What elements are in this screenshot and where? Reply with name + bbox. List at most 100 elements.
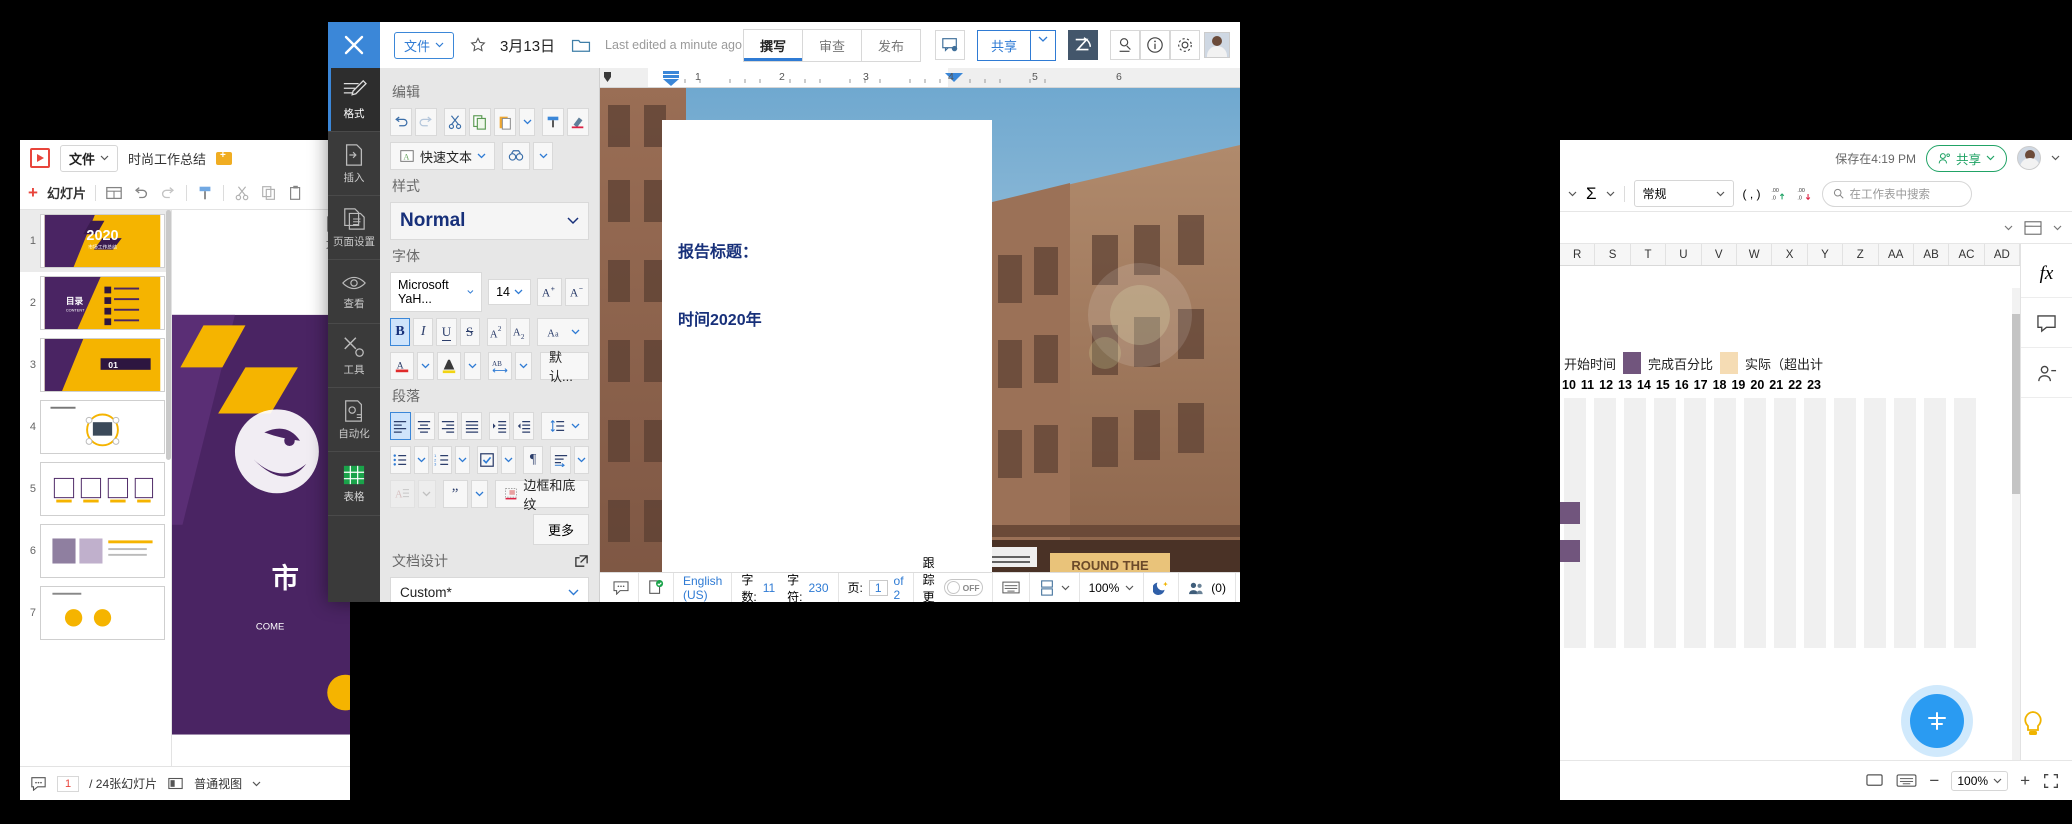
- column-header[interactable]: U: [1666, 244, 1701, 265]
- mode-tabs[interactable]: 撰写 审查 发布: [743, 29, 921, 62]
- column-header[interactable]: R: [1560, 244, 1595, 265]
- slide-thumbnail[interactable]: [40, 524, 165, 578]
- slide-thumbnail[interactable]: 2020市场工作总结: [40, 214, 165, 268]
- document-design-select[interactable]: Custom*: [390, 577, 589, 602]
- copy-icon[interactable]: [260, 184, 278, 202]
- character-format-row[interactable]: B I U S A2 A2 Aa: [390, 318, 589, 346]
- numbered-list-icon[interactable]: 123: [432, 446, 453, 474]
- font-color-chevron-down-icon[interactable]: [417, 352, 434, 380]
- undo-icon[interactable]: [390, 108, 412, 136]
- track-changes[interactable]: 跟踪更改 OFF: [914, 573, 993, 603]
- list-item[interactable]: 1 2020市场工作总结: [20, 210, 171, 272]
- paragraph-style-select[interactable]: Normal: [390, 202, 589, 240]
- doc-line-1[interactable]: 报告标题：: [678, 238, 758, 262]
- view-icon[interactable]: [167, 776, 184, 791]
- font-size-select[interactable]: 14: [488, 279, 531, 305]
- find-binoculars-icon[interactable]: [502, 142, 530, 170]
- font-row[interactable]: Microsoft YaH... 14 A+ A−: [390, 272, 589, 312]
- comment-icon[interactable]: [604, 573, 639, 603]
- list-item[interactable]: 4: [20, 396, 171, 458]
- paragraph-mark-icon[interactable]: ¶: [523, 446, 544, 474]
- column-header[interactable]: AA: [1879, 244, 1914, 265]
- highlight-chevron-down-icon[interactable]: [464, 352, 481, 380]
- view-mode-label[interactable]: 普通视图: [194, 775, 242, 792]
- list-item[interactable]: 6: [20, 520, 171, 582]
- notification-icon[interactable]: [935, 30, 965, 60]
- spreadsheet-window[interactable]: 保存在4:19 PM 共享 Σ 常规 ( , ) .00.0 .00.0: [1560, 140, 2072, 800]
- fx-icon[interactable]: fx: [2021, 250, 2072, 298]
- copy-icon[interactable]: [469, 108, 491, 136]
- sidebar-item-format[interactable]: 格式: [328, 68, 380, 132]
- share-button[interactable]: 共享: [977, 30, 1031, 61]
- redo-icon[interactable]: [415, 108, 437, 136]
- tab-publish[interactable]: 发布: [862, 29, 921, 62]
- increase-font-size-icon[interactable]: A+: [537, 278, 561, 306]
- share-dropdown-button[interactable]: [1031, 30, 1056, 61]
- collaborators[interactable]: (0): [1179, 573, 1236, 603]
- presentation-toolbar[interactable]: + 幻灯片: [20, 176, 350, 210]
- chevron-down-icon[interactable]: [2053, 225, 2062, 231]
- indent-decrease-icon[interactable]: [513, 412, 534, 440]
- cut-icon[interactable]: [233, 184, 251, 202]
- underline-icon[interactable]: U: [436, 318, 456, 346]
- find-user-icon[interactable]: [1110, 30, 1140, 60]
- ruler[interactable]: 1 2 3 4 5 6: [600, 68, 1240, 88]
- align-left-icon[interactable]: [390, 412, 411, 440]
- page-layout-select[interactable]: [1030, 573, 1080, 603]
- present-icon[interactable]: [1865, 772, 1884, 789]
- column-header[interactable]: W: [1737, 244, 1772, 265]
- default-font-button[interactable]: 默认...: [540, 352, 589, 380]
- alignment-row[interactable]: [390, 412, 589, 440]
- more-row[interactable]: 更多: [390, 514, 589, 545]
- comma-style-icon[interactable]: ( , ): [1743, 187, 1761, 201]
- track-changes-toggle[interactable]: OFF: [944, 579, 983, 596]
- column-header[interactable]: X: [1772, 244, 1807, 265]
- sidebar-item-page-setup[interactable]: 页面设置: [328, 196, 380, 260]
- gear-icon[interactable]: [1170, 30, 1200, 60]
- language-label[interactable]: English (US): [674, 573, 732, 603]
- column-header[interactable]: Z: [1843, 244, 1878, 265]
- tab-compose[interactable]: 撰写: [743, 29, 803, 62]
- cut-icon[interactable]: [444, 108, 466, 136]
- presentation-window[interactable]: 文件 时尚工作总结 + 幻灯片 1 2: [20, 140, 350, 800]
- align-justify-icon[interactable]: [461, 412, 482, 440]
- popout-icon[interactable]: [574, 554, 589, 569]
- slide-canvas[interactable]: 市 COME A 文本: [172, 210, 350, 766]
- redo-icon[interactable]: [159, 184, 177, 202]
- slide-thumbnail[interactable]: [40, 400, 165, 454]
- zoom-select[interactable]: 100%: [1080, 573, 1145, 603]
- spreadsheet-subtoolbar[interactable]: [1560, 212, 2072, 244]
- spreadsheet-right-rail[interactable]: fx: [2020, 244, 2072, 760]
- quote-chevron-down-icon[interactable]: [471, 480, 489, 508]
- info-icon[interactable]: [1140, 30, 1170, 60]
- undo-icon[interactable]: [132, 184, 150, 202]
- quick-text-row[interactable]: A 快速文本: [390, 142, 589, 170]
- sidebar-item-automation[interactable]: 自动化: [328, 388, 380, 452]
- sidebar-item-insert[interactable]: 插入: [328, 132, 380, 196]
- decrease-decimal-icon[interactable]: .00.0: [1796, 186, 1813, 202]
- format-panel[interactable]: 编辑 A 快速文本: [380, 68, 600, 602]
- autosum-icon[interactable]: Σ: [1586, 184, 1597, 204]
- zoom-select[interactable]: 100%: [1951, 771, 2008, 791]
- strikethrough-icon[interactable]: S: [460, 318, 480, 346]
- ppt-file-menu[interactable]: 文件: [60, 145, 118, 172]
- slide-page-current[interactable]: 1: [57, 776, 79, 792]
- drop-cap-icon[interactable]: A: [390, 480, 415, 508]
- lightbulb-icon[interactable]: [2020, 710, 2046, 738]
- star-icon[interactable]: [470, 37, 486, 53]
- quick-text-button[interactable]: A 快速文本: [390, 142, 495, 170]
- writer-doc-title[interactable]: 3月13日: [500, 35, 555, 56]
- page-current-input[interactable]: 1: [869, 580, 888, 596]
- checklist-chevron-down-icon[interactable]: [501, 446, 516, 474]
- column-header[interactable]: AB: [1914, 244, 1949, 265]
- writer-vertical-tabs[interactable]: 格式 插入 页面设置 查看 工具: [328, 68, 380, 602]
- avatar[interactable]: [1204, 32, 1230, 58]
- doc-line-2[interactable]: 时间2020年: [678, 306, 762, 330]
- thumbnail-scrollbar[interactable]: [166, 210, 171, 460]
- spellcheck-icon[interactable]: [639, 573, 674, 603]
- column-header[interactable]: Y: [1808, 244, 1843, 265]
- writer-file-menu[interactable]: 文件: [394, 32, 454, 59]
- dropcap-chevron-down-icon[interactable]: [418, 480, 436, 508]
- align-right-icon[interactable]: [438, 412, 459, 440]
- sidebar-item-table[interactable]: 表格: [328, 452, 380, 516]
